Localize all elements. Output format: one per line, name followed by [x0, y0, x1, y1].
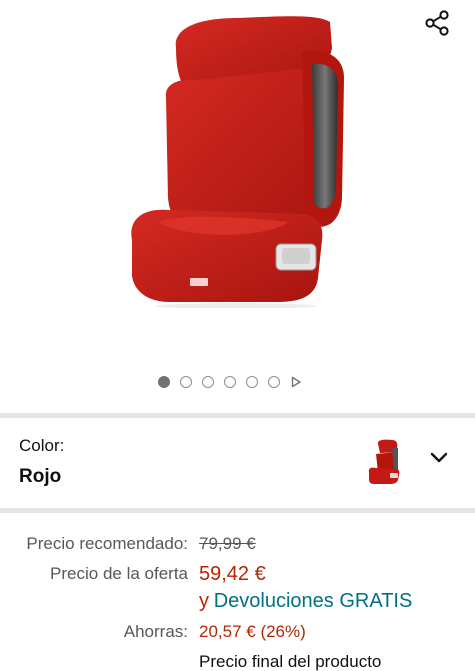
pagination-dot[interactable]	[246, 376, 258, 388]
savings-label: Ahorras:	[123, 622, 188, 641]
returns-prefix: y	[199, 590, 209, 612]
returns-line: y Devoluciones GRATIS	[199, 591, 412, 612]
product-page: Color: Rojo Precio recomendado: 79,99 € …	[0, 0, 475, 671]
pagination-dot[interactable]	[268, 376, 280, 388]
product-image[interactable]	[118, 8, 358, 308]
color-label: Color:	[19, 436, 65, 455]
savings-value: 20,57 € (26%)	[199, 622, 306, 641]
price-summary: Precio recomendado: 79,99 € Precio de la…	[0, 528, 475, 671]
pagination-dot[interactable]	[180, 376, 192, 388]
pagination-dot[interactable]	[202, 376, 214, 388]
list-price-value: 79,99 €	[199, 534, 256, 553]
final-price-note: Precio final del producto	[199, 652, 382, 671]
image-pagination	[158, 374, 302, 390]
chevron-down-icon[interactable]	[428, 446, 450, 468]
share-button[interactable]	[420, 6, 454, 40]
list-price-label: Precio recomendado:	[26, 534, 188, 553]
offer-price-value: 59,42 €	[199, 563, 266, 585]
image-gallery[interactable]	[0, 0, 475, 408]
play-triangle-icon[interactable]	[290, 376, 302, 388]
section-divider	[0, 508, 475, 513]
pagination-dot[interactable]	[224, 376, 236, 388]
offer-price-label: Precio de la oferta	[50, 564, 188, 583]
section-divider	[0, 413, 475, 418]
share-icon	[425, 10, 449, 36]
pagination-dot[interactable]	[158, 376, 170, 388]
color-swatch-thumbnail[interactable]	[364, 438, 404, 486]
color-value: Rojo	[19, 466, 62, 487]
free-returns-link[interactable]: Devoluciones GRATIS	[214, 590, 413, 612]
color-selector[interactable]: Color: Rojo	[0, 420, 475, 506]
